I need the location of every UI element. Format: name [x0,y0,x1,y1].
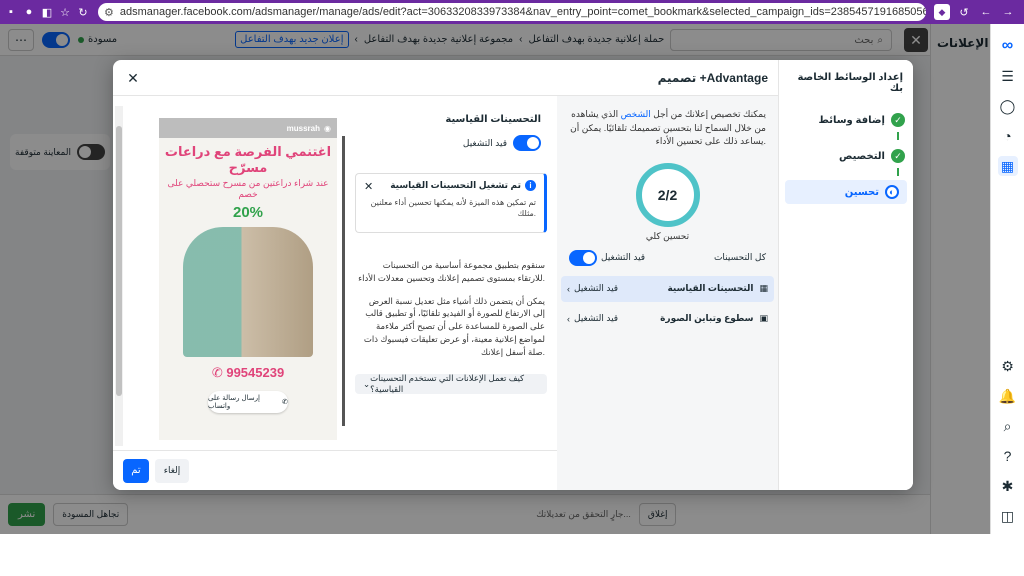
step-connector [897,168,899,176]
all-optimizations-toggle[interactable] [569,249,597,266]
bug-icon[interactable]: ✱ [998,476,1018,496]
info-banner: ✕ تم تشغيل التحسينات القياسية i تم تمكين… [355,173,547,233]
panels-icon[interactable]: ◫ [998,506,1018,526]
meta-logo-icon[interactable]: ∞ [998,36,1018,56]
sidebar-icon[interactable]: ◧ [40,5,54,19]
ad-subline: عند شراء دراعتين من مسرح ستحصلي على خصم [167,178,329,199]
ad-discount: 20% [232,204,264,221]
ads-table-icon[interactable]: ▦ [997,156,1018,176]
cancel-button[interactable]: إلغاء [155,458,189,483]
ad-headline: اغتنمي الفرصة مع دراعات مسرّح [164,144,332,175]
account-icon[interactable]: ◯ [998,96,1018,116]
refresh-icon[interactable]: ↻ [76,5,90,19]
close-icon[interactable]: ✕ [125,70,141,86]
all-optimizations-row: قيد التشغيل كل التحسينات [557,242,778,266]
next-preview-edge [342,136,345,426]
brand-avatar-icon: ◉ [324,123,331,133]
scrollbar-thumb[interactable] [116,126,122,396]
whatsapp-icon: ✆ [282,399,288,406]
settings-icon[interactable]: ⚙ [998,356,1018,376]
site-info-icon[interactable]: ⚙ [104,6,114,19]
score-label: تحسين كلي [645,230,690,241]
feature-standard-enhancements[interactable]: ‹ قيد التشغيل التحسينات القياسية ▦ [561,275,774,302]
faq-accordion[interactable]: ⌄ كيف تعمل الإعلانات التي تستخدم التحسين… [355,373,547,395]
profile-icon[interactable]: ● [22,5,36,19]
image-icon: ▣ [759,313,768,323]
story-header: mussrah ◉ [159,118,337,138]
person-link[interactable]: الشخص [621,109,651,119]
chevron-left-icon: ‹ [567,313,570,324]
whatsapp-cta-button[interactable]: إرسال رسالة على واتساب ✆ [208,391,288,413]
whatsapp-icon: ✆ [211,365,223,380]
dialog-header: ✕ تصميم +Advantage [113,60,778,96]
done-button[interactable]: تم [123,458,149,483]
story-preview: mussrah ◉ اغتنمي الفرصة مع دراعات مسرّح … [159,118,337,440]
dashboard-icon[interactable]: ◔ [998,126,1018,146]
info-icon: i [525,180,536,191]
advantage-creative-dialog: ✕ تصميم +Advantage إعداد الوسائط الخاصة … [113,60,913,490]
hamburger-icon[interactable]: ☰ [998,66,1018,86]
extension-icon[interactable]: ◆ [934,4,950,20]
help-icon[interactable]: ? [998,446,1018,466]
close-icon[interactable]: ✕ [364,180,373,193]
chevron-left-icon: ‹ [567,283,570,294]
optimization-score-ring: 2/2 [635,162,700,227]
check-icon: ✓ [891,113,905,127]
search-icon[interactable]: ⌕ [998,416,1018,436]
steps-title: إعداد الوسائط الخاصة بك [797,72,903,94]
reload-icon[interactable]: ↺ [956,4,972,20]
nav-rail: ∞ ☰ ◯ ◔ ▦ ⚙ 🔔 ⌕ ? ✱ ◫ [990,24,1024,534]
browser-toolbar: ▪ ● ◧ ☆ ↻ ⚙ adsmanager.facebook.com/adsm… [0,0,1024,24]
address-bar[interactable]: ⚙ adsmanager.facebook.com/adsmanager/man… [98,3,926,21]
dialog-footer: تم إلغاء [113,450,557,490]
step-customize[interactable]: التخصيص ✓ [779,144,913,168]
optimization-description: يمكنك تخصيص إعلانك من أجل الشخص الذي يشا… [570,109,766,146]
step-connector [897,132,899,140]
dialog-title: تصميم +Advantage [657,71,768,85]
setup-steps: إعداد الوسائط الخاصة بك إضافة وسائط ✓ ال… [778,60,913,490]
check-icon: ✓ [891,149,905,163]
feature-brightness-contrast[interactable]: ‹ قيد التشغيل سطوع وتباين الصورة ▣ [561,306,774,332]
ad-phone-number: ✆ 99545239 [211,365,285,380]
url-text: adsmanager.facebook.com/adsmanager/manag… [119,6,926,18]
step-optimize[interactable]: تحسين ◐ [785,180,907,204]
feature-detail: التحسينات القياسية قيد التشغيل ✕ تم تشغي… [345,96,557,490]
ad-preview: mussrah ◉ اغتنمي الفرصة مع دراعات مسرّح … [113,96,345,450]
feature-toggle[interactable] [513,135,541,151]
feature-state-row: قيد التشغيل [345,125,557,151]
grid-icon: ▦ [759,283,768,293]
feature-title: التحسينات القياسية [445,114,541,125]
star-icon[interactable]: ☆ [58,5,72,19]
step-add-media[interactable]: إضافة وسائط ✓ [779,108,913,132]
forward-icon[interactable]: → [1000,4,1016,20]
menu-icon[interactable]: ▪ [4,5,18,19]
bell-icon[interactable]: 🔔 [998,386,1018,406]
feature-description: سنقوم بتطبيق مجموعة أساسية من التحسينات … [358,260,545,357]
optimization-pane: يمكنك تخصيص إعلانك من أجل الشخص الذي يشا… [557,96,778,490]
back-icon[interactable]: ← [978,4,994,20]
ad-image [183,227,313,357]
progress-circle-icon: ◐ [885,185,899,199]
preview-scrollbar[interactable] [115,106,123,446]
chevron-down-icon: ⌄ [363,378,371,389]
